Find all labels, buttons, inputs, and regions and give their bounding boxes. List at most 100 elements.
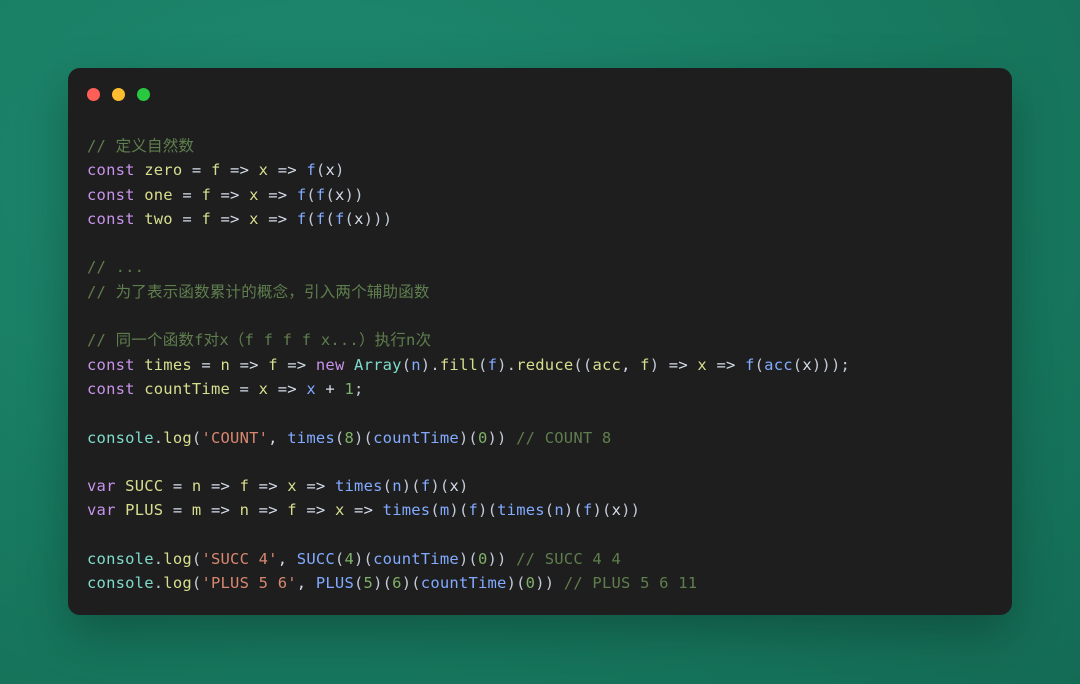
code-token: => (706, 355, 746, 374)
code-token: . (153, 428, 164, 447)
code-token: countTime (373, 550, 459, 569)
code-token: )( (478, 501, 498, 520)
code-token: )) (621, 501, 641, 520)
code-token: )( (506, 574, 526, 593)
code-token: => (296, 501, 335, 520)
code-token: x (287, 477, 297, 496)
code-token: ) (334, 161, 345, 180)
code-token: x (249, 185, 259, 204)
code-token: f (306, 161, 316, 180)
code-token: 1 (344, 379, 355, 398)
code-token: PLUS (125, 501, 164, 520)
code-editor-area[interactable]: // 定义自然数 const zero = f => x => f(x) const… (68, 120, 1012, 596)
code-token: two (144, 209, 173, 228)
code-line: const two = f => x => f(f(f(x))) (87, 207, 1012, 231)
code-token: ). (420, 355, 440, 374)
code-token: x (449, 477, 459, 496)
maximize-button-icon[interactable] (137, 87, 150, 101)
code-token: => (249, 501, 288, 520)
code-token: 5 (363, 574, 374, 593)
code-token: ( (401, 355, 412, 374)
code-token: const (87, 355, 135, 374)
code-token: => (210, 185, 250, 204)
code-token: const (87, 209, 135, 228)
code-token: (( (573, 355, 593, 374)
code-token: countTime (144, 379, 231, 398)
code-token: f (745, 355, 755, 374)
code-line: const one = f => x => f(f(x)) (87, 183, 1012, 207)
code-token: var (87, 477, 116, 496)
code-token: x (249, 209, 259, 228)
code-token: ))); (811, 355, 851, 374)
code-token: console (87, 574, 154, 593)
code-token: = (163, 477, 192, 496)
code-token: // COUNT 8 (516, 428, 612, 447)
code-token: ( (325, 185, 335, 204)
code-token: x (802, 355, 812, 374)
code-token: ( (544, 501, 555, 520)
code-token: // PLUS 5 6 11 (563, 574, 698, 593)
code-line: // 定义自然数 (87, 134, 1012, 158)
code-token: x (611, 501, 622, 520)
window-titlebar[interactable] (68, 68, 1012, 120)
code-token: ))) (363, 209, 393, 228)
code-token: , (296, 574, 316, 593)
code-snippet-window: // 定义自然数 const zero = f => x => f(x) const… (68, 68, 1012, 615)
code-token: = (191, 355, 221, 374)
code-token: // 定义自然数 (87, 137, 195, 155)
code-token: f (487, 355, 498, 374)
screenshot-canvas: // 定义自然数 const zero = f => x => f(x) const… (0, 0, 1080, 684)
code-token: // 为了表示函数累计的概念，引入两个辅助函数 (87, 282, 430, 301)
code-token: => (344, 501, 383, 520)
code-token: => (258, 209, 297, 228)
code-token: => (258, 185, 297, 204)
code-token: f (296, 209, 307, 228)
code-token: )( (354, 428, 374, 447)
code-token: // SUCC 4 4 (516, 550, 621, 569)
code-token: 8 (344, 428, 355, 447)
code-token: )( (430, 477, 450, 496)
code-token: 'SUCC 4' (201, 550, 278, 569)
code-token: )( (458, 550, 478, 569)
code-token: times (497, 501, 545, 520)
code-token: => (220, 161, 259, 180)
code-token: fill (439, 355, 479, 374)
code-token: ) (458, 477, 469, 496)
code-token: ) (649, 355, 660, 374)
minimize-button-icon[interactable] (112, 87, 125, 101)
code-token: f (287, 501, 297, 520)
code-line: var PLUS = m => n => f => x => times(m)(… (87, 498, 1012, 522)
code-token: ( (306, 209, 316, 228)
code-token: log (163, 574, 192, 593)
code-token: var (87, 501, 116, 520)
code-token: => (268, 161, 307, 180)
code-token: x (697, 355, 707, 374)
code-token: )( (458, 428, 478, 447)
code-token: 4 (344, 550, 355, 569)
code-token: , (277, 550, 297, 569)
code-token: acc (764, 355, 793, 374)
code-token: ( (315, 161, 326, 180)
code-line: const countTime = x => x + 1; (87, 377, 1012, 401)
code-token: , (268, 428, 288, 447)
code-token: log (163, 550, 192, 569)
close-button-icon[interactable] (87, 87, 100, 101)
code-token: f (201, 209, 211, 228)
code-token: => (659, 355, 698, 374)
code-token: 6 (392, 574, 402, 593)
code-token: x (306, 379, 316, 398)
code-token: times (334, 477, 383, 496)
code-line: var SUCC = n => f => x => times(n)(f)(x) (87, 474, 1012, 498)
code-token: one (144, 185, 173, 204)
code-token: x (258, 161, 269, 180)
code-token: x (335, 185, 345, 204)
